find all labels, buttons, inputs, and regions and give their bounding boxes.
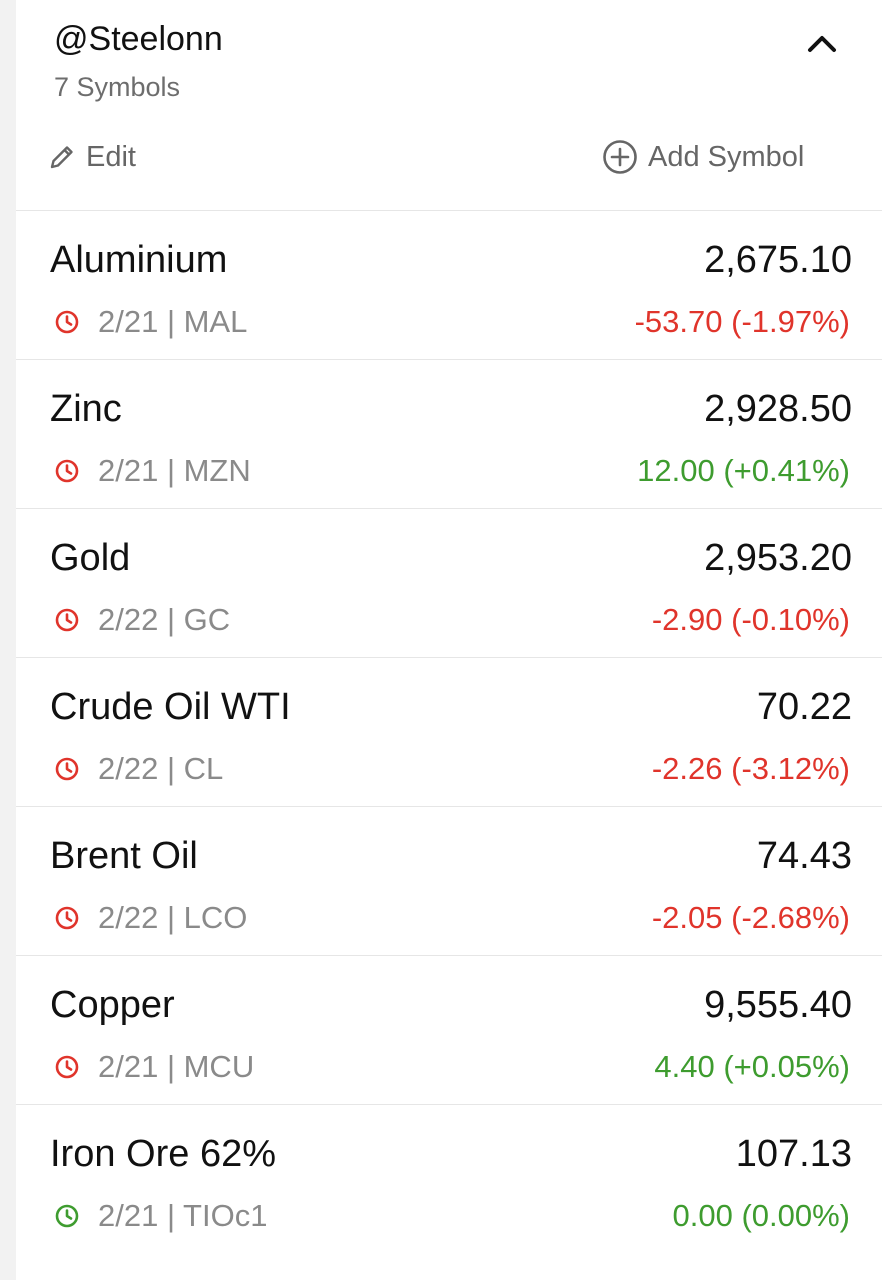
symbol-row[interactable]: Gold 2,953.20 2/22 | GC -2.90 (-0.10%) — [16, 509, 882, 658]
symbol-change: -53.70 (-1.97%) — [634, 304, 850, 339]
clock-icon — [54, 458, 80, 484]
symbol-price: 70.22 — [756, 686, 852, 728]
symbol-date-ticker: 2/22 | GC — [98, 602, 231, 637]
edit-button[interactable]: Edit — [48, 136, 136, 178]
symbol-name: Brent Oil — [50, 835, 198, 877]
symbol-change: 12.00 (+0.41%) — [637, 453, 850, 488]
symbol-name: Zinc — [50, 388, 122, 430]
symbol-list: Aluminium 2,675.10 2/21 | MAL -53.70 (-1.97… — [16, 211, 882, 1253]
symbol-meta: 2/21 | MAL — [54, 303, 247, 341]
symbol-price: 107.13 — [735, 1133, 852, 1175]
symbol-date-ticker: 2/22 | CL — [98, 751, 224, 786]
symbol-change: -2.05 (-2.68%) — [651, 900, 850, 935]
symbol-change: 0.00 (0.00%) — [672, 1198, 851, 1233]
symbol-date-ticker: 2/21 | MCU — [98, 1049, 255, 1084]
symbol-price: 2,953.20 — [704, 537, 852, 579]
symbol-row[interactable]: Copper 9,555.40 2/21 | MCU 4.40 (+0.05%) — [16, 956, 882, 1105]
symbol-date-ticker: 2/22 | LCO — [98, 900, 248, 935]
symbol-meta: 2/22 | CL — [54, 750, 223, 788]
pencil-icon — [50, 146, 73, 169]
symbol-row[interactable]: Crude Oil WTI 70.22 2/22 | CL -2.26 (-3.12%… — [16, 658, 882, 807]
clock-icon — [54, 756, 80, 782]
symbol-row[interactable]: Zinc 2,928.50 2/21 | MZN 12.00 (+0.41%) — [16, 360, 882, 509]
watchlist-panel: @Steelonn 7 Symbols Edit Add Symbol Alum… — [16, 0, 882, 1280]
edit-label: Edit — [86, 140, 136, 173]
symbol-meta: 2/21 | MCU — [54, 1048, 254, 1086]
watchlist-title: @Steelonn — [54, 20, 223, 58]
symbol-change: 4.40 (+0.05%) — [654, 1049, 850, 1084]
symbol-name: Copper — [50, 984, 175, 1026]
clock-icon — [54, 309, 80, 335]
symbol-meta: 2/22 | LCO — [54, 899, 247, 937]
symbol-name: Aluminium — [50, 239, 228, 281]
clock-icon — [54, 905, 80, 931]
symbol-change: -2.90 (-0.10%) — [651, 602, 850, 637]
symbol-price: 2,928.50 — [704, 388, 852, 430]
symbol-date-ticker: 2/21 | TIOc1 — [98, 1198, 268, 1233]
symbol-price: 9,555.40 — [704, 984, 852, 1026]
add-symbol-label: Add Symbol — [648, 140, 805, 173]
symbol-meta: 2/21 | MZN — [54, 452, 251, 490]
chevron-up-icon — [808, 36, 836, 52]
symbol-date-ticker: 2/21 | MAL — [98, 304, 248, 339]
symbol-row[interactable]: Iron Ore 62% 107.13 2/21 | TIOc1 0.00 (0.00… — [16, 1105, 882, 1253]
add-symbol-button[interactable]: Add Symbol — [602, 136, 804, 178]
clock-icon — [54, 1203, 80, 1229]
symbol-name: Crude Oil WTI — [50, 686, 291, 728]
symbol-count: 7 Symbols — [54, 72, 181, 102]
clock-icon — [54, 607, 80, 633]
collapse-button[interactable] — [802, 24, 842, 64]
watchlist-header: @Steelonn 7 Symbols Edit Add Symbol — [16, 0, 882, 211]
clock-icon — [54, 1054, 80, 1080]
symbol-price: 2,675.10 — [704, 239, 852, 281]
symbol-change: -2.26 (-3.12%) — [651, 751, 850, 786]
symbol-row[interactable]: Brent Oil 74.43 2/22 | LCO -2.05 (-2.68%) — [16, 807, 882, 956]
symbol-meta: 2/21 | TIOc1 — [54, 1197, 267, 1235]
plus-circle-icon — [603, 140, 637, 174]
symbol-date-ticker: 2/21 | MZN — [98, 453, 251, 488]
symbol-name: Gold — [50, 537, 131, 579]
symbol-row[interactable]: Aluminium 2,675.10 2/21 | MAL -53.70 (-1.97… — [16, 211, 882, 360]
symbol-name: Iron Ore 62% — [50, 1133, 276, 1175]
symbol-meta: 2/22 | GC — [54, 601, 230, 639]
symbol-price: 74.43 — [756, 835, 852, 877]
